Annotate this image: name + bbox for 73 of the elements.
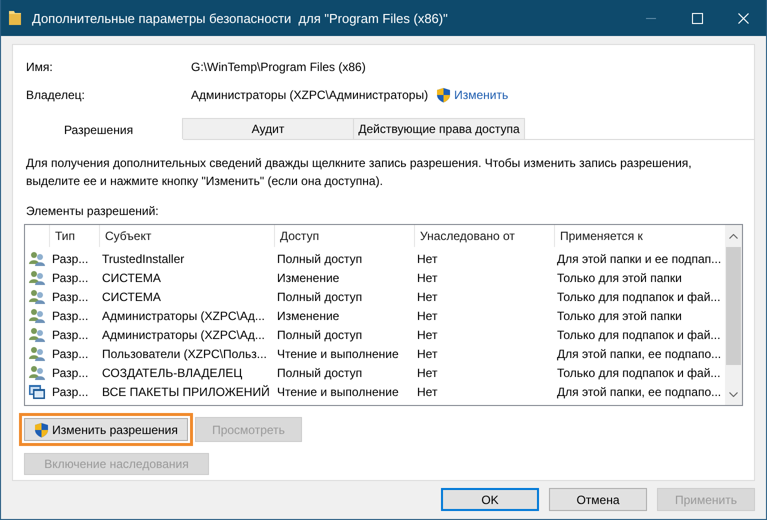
table-cell-text: Чтение и выполнение — [276, 346, 400, 360]
dialog-button[interactable]: Отмена — [549, 488, 647, 511]
package-icon — [28, 384, 46, 400]
owner-value: Администраторы (XZPC\Администраторы) — [191, 88, 428, 102]
table-cell-text: Только для подпапок и фай... — [556, 328, 722, 342]
close-icon — [738, 12, 748, 24]
dialog-button[interactable]: OK — [441, 488, 539, 511]
table-cell-text: Только для подпапок и фай... — [556, 366, 722, 380]
table-cell-text: TrustedInstaller — [101, 252, 186, 266]
column-header[interactable]: Субъект — [99, 225, 274, 247]
scroll-down-icon — [729, 392, 738, 396]
table-cell-text: Чтение и выполнение — [276, 384, 400, 398]
table-cell-text: Изменение — [276, 308, 340, 322]
column-header[interactable]: Доступ — [274, 225, 414, 247]
column-header[interactable]: Тип — [49, 225, 99, 247]
description-text: Для получения дополнительных сведений дважды щелкните запись разрешения. Чтобы изменить запись разрешения, выделите ее и нажмите кнопку "Изменить" (если она доступна). — [26, 155, 693, 190]
table-cell-text: Разр... — [51, 384, 90, 398]
shield-icon — [436, 87, 452, 103]
table-cell-text: СИСТЕМА — [101, 290, 162, 304]
maximize-icon — [692, 12, 702, 24]
user-group-icon — [28, 288, 46, 304]
path-value: G:\WinTemp\Program Files (x86) — [191, 60, 366, 74]
table-cell-text: Администраторы (XZPC\Ад... — [101, 308, 266, 322]
user-group-icon — [28, 326, 46, 342]
table-cell-text: Полный доступ — [276, 252, 364, 266]
user-group-icon — [28, 250, 46, 266]
window-title: Дополнительные параметры безопасности для "Program Files (x86)" — [32, 10, 449, 26]
table-cell-text: Разр... — [51, 270, 90, 284]
table-cell-text: Разр... — [51, 290, 90, 304]
table-cell-text: Для этой папки и ее подпап... — [556, 252, 722, 266]
table-cell-text: Нет — [416, 366, 438, 380]
table-cell-text: Разр... — [51, 328, 90, 342]
table-cell-text: Разр... — [51, 308, 90, 322]
table-cell-text: Полный доступ — [276, 328, 364, 342]
table-cell-text: Нет — [416, 252, 438, 266]
scroll-up-icon — [729, 234, 738, 238]
user-group-icon — [28, 270, 46, 286]
table-cell-text: Разр... — [51, 346, 90, 360]
table-cell-text: ВСЕ ПАКЕТЫ ПРИЛОЖЕНИЙ — [101, 384, 271, 398]
user-group-icon — [28, 346, 46, 362]
tab[interactable]: Аудит — [182, 118, 354, 139]
table-cell-text: Нет — [416, 290, 438, 304]
scrollbar[interactable] — [725, 225, 742, 405]
folder-icon — [9, 10, 22, 26]
table-cell-text: Только для этой папки — [556, 270, 683, 284]
table-cell-text: СИСТЕМА — [101, 270, 162, 284]
shield-icon — [34, 422, 50, 438]
table-cell-text: Нет — [416, 270, 438, 284]
list-label: Элементы разрешений: — [26, 204, 160, 218]
table-cell-text: Изменение — [276, 270, 340, 284]
table-cell-text: Разр... — [51, 252, 90, 266]
table-cell-text: Пользователи (XZPC\Польз... — [101, 346, 268, 360]
table-cell-text: Разр... — [51, 366, 90, 380]
table-cell-text: СОЗДАТЕЛЬ-ВЛАДЕЛЕЦ — [101, 366, 244, 380]
table-cell-text: Нет — [416, 346, 438, 360]
table-cell-text: Администраторы (XZPC\Ад... — [101, 328, 266, 342]
table-cell-text: Для этой папки, ее подпапо... — [556, 346, 722, 360]
table-cell-text: Нет — [416, 328, 438, 342]
table-cell-text: Только для подпапок и фай... — [556, 290, 722, 304]
field-label: Имя: — [26, 60, 54, 74]
table-cell-text: Для этой папки, ее подпапо... — [556, 384, 722, 398]
tab[interactable]: Действующие права доступа — [353, 118, 525, 139]
table-cell-text: Нет — [416, 384, 438, 398]
table-cell-text: Полный доступ — [276, 366, 364, 380]
column-header[interactable]: Унаследовано от — [414, 225, 554, 247]
field-label: Владелец: — [26, 88, 86, 102]
change-permissions-button[interactable]: Изменить разрешения — [19, 413, 193, 446]
user-group-icon — [28, 364, 46, 380]
user-group-icon — [28, 308, 46, 324]
table-cell-text: Полный доступ — [276, 290, 364, 304]
table-cell-text: Только для этой папки — [556, 308, 683, 322]
table-cell-text: Нет — [416, 308, 438, 322]
change-owner-link[interactable]: Изменить — [436, 87, 508, 103]
